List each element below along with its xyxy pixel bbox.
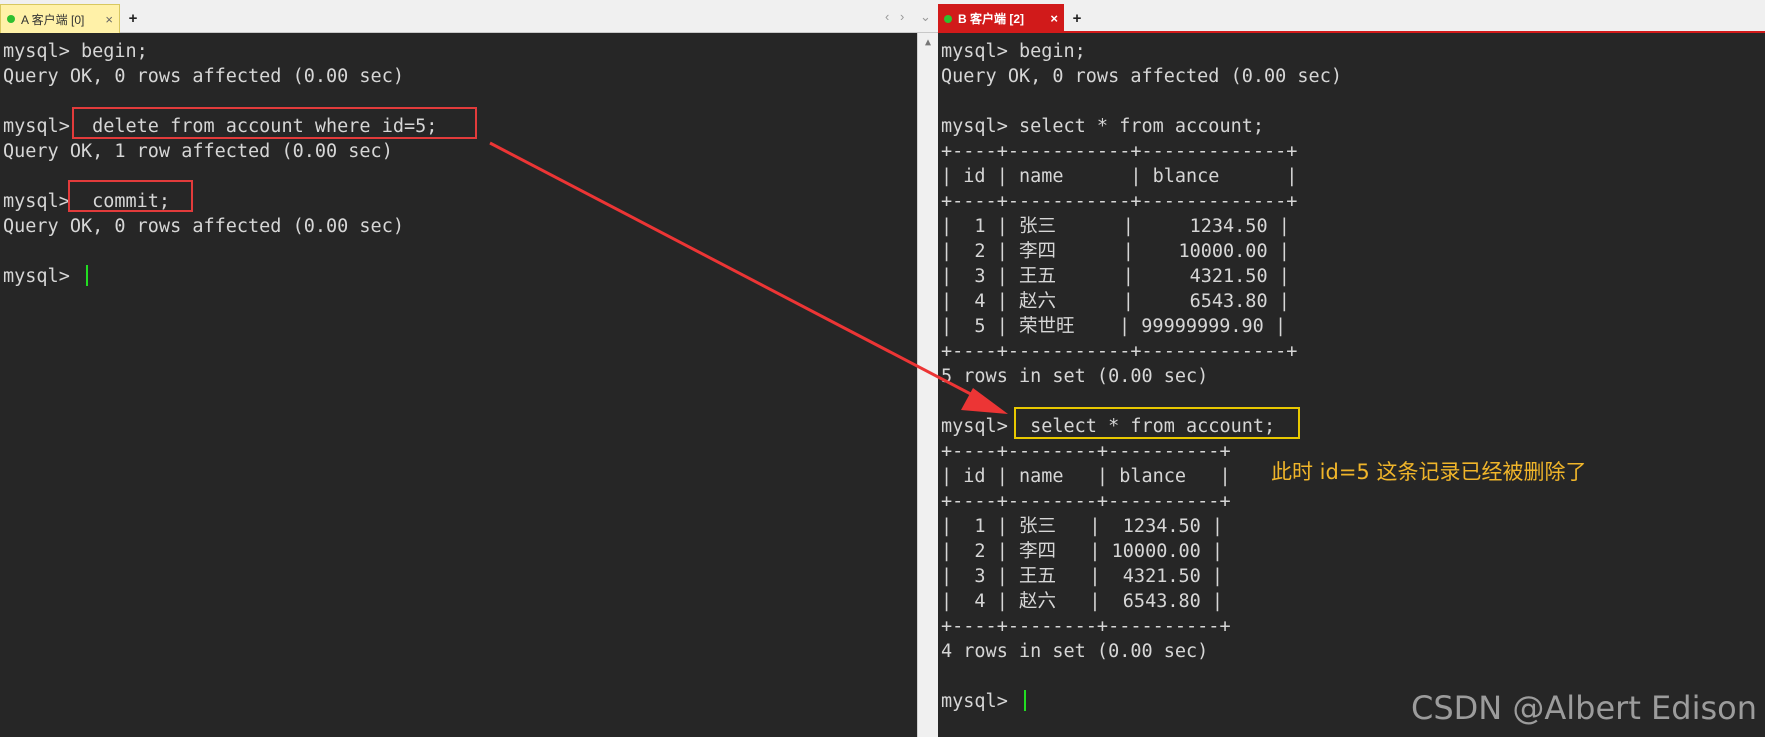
table-row: | 1 | 张三 | 1234.50 | — [941, 216, 1290, 237]
select-command-highlight — [1014, 407, 1300, 439]
tab-client-b[interactable]: B 客户端 [2] × — [938, 4, 1064, 33]
table-row: | 1 | 张三 | 1234.50 | — [941, 516, 1224, 537]
terminal-line: Query OK, 1 row affected (0.00 sec) — [3, 141, 393, 162]
connected-status-icon — [7, 15, 15, 23]
terminal-pane-left[interactable]: mysql> begin; Query OK, 0 rows affected (… — [0, 33, 917, 737]
scroll-up-arrow-icon[interactable]: ▲ — [918, 37, 938, 48]
terminal-pane-right[interactable]: mysql> begin; Query OK, 0 rows affected (… — [938, 33, 1765, 737]
table-row: | 5 | 荣世旺 | 99999999.90 | — [941, 316, 1287, 337]
tab-label: B 客户端 [2] — [958, 12, 1025, 26]
table-border: +----+--------+----------+ — [941, 616, 1231, 637]
terminal-prompt-line: mysql> — [3, 264, 437, 289]
terminal-output: mysql> begin; Query OK, 0 rows affected (… — [3, 39, 437, 289]
table-border: +----+-----------+-------------+ — [941, 341, 1298, 362]
tab-label: A 客户端 [0] — [21, 12, 85, 27]
left-tab-bar: A 客户端 [0] × + ‹ › ⌄ — [0, 0, 938, 33]
new-tab-button[interactable]: + — [1066, 4, 1088, 33]
terminal-line: Query OK, 0 rows affected (0.00 sec) — [941, 66, 1342, 87]
terminal-line: 5 rows in set (0.00 sec) — [941, 366, 1209, 387]
watermark: CSDN @Albert Edison — [1410, 689, 1757, 727]
connected-status-icon — [944, 14, 952, 23]
table-header: | id | name | blance | — [941, 166, 1298, 187]
annotation-note: 此时 id=5 这条记录已经被删除了 — [1271, 460, 1587, 484]
terminal-line: Query OK, 0 rows affected (0.00 sec) — [3, 66, 404, 87]
table-border: +----+--------+----------+ — [941, 491, 1231, 512]
chevron-down-icon[interactable]: ⌄ — [920, 9, 931, 25]
table-border: +----+-----------+-------------+ — [941, 191, 1298, 212]
terminal-prompt: mysql> — [941, 691, 1019, 712]
right-tab-bar: B 客户端 [2] × + — [938, 0, 1765, 33]
terminal-line: mysql> begin; — [3, 41, 148, 62]
terminal-prompt: mysql> — [3, 266, 81, 287]
table-row: | 3 | 王五 | 4321.50 | — [941, 566, 1224, 587]
terminal-output: mysql> begin; Query OK, 0 rows affected (… — [941, 39, 1342, 714]
terminal-line: Query OK, 0 rows affected (0.00 sec) — [3, 216, 404, 237]
text-cursor — [85, 265, 88, 286]
terminal-line: mysql> begin; — [941, 41, 1086, 62]
text-cursor — [1023, 690, 1026, 711]
chevron-right-icon[interactable]: › — [900, 9, 904, 24]
terminal-line: mysql> select * from account; — [941, 116, 1265, 137]
table-row: | 2 | 李四 | 10000.00 | — [941, 541, 1224, 562]
delete-command-highlight — [72, 107, 477, 139]
new-tab-button[interactable]: + — [122, 4, 144, 33]
table-border: +----+-----------+-------------+ — [941, 141, 1298, 162]
table-row: | 4 | 赵六 | 6543.80 | — [941, 291, 1290, 312]
close-icon[interactable]: × — [105, 12, 113, 27]
table-row: | 3 | 王五 | 4321.50 | — [941, 266, 1290, 287]
terminal-prompt-line: mysql> — [941, 689, 1342, 714]
tab-client-a[interactable]: A 客户端 [0] × — [0, 4, 120, 33]
table-row: | 4 | 赵六 | 6543.80 | — [941, 591, 1224, 612]
table-row: | 2 | 李四 | 10000.00 | — [941, 241, 1290, 262]
close-icon[interactable]: × — [1050, 11, 1058, 26]
commit-command-highlight — [68, 180, 193, 212]
vertical-scrollbar[interactable]: ▲ — [917, 33, 938, 737]
terminal-line: 4 rows in set (0.00 sec) — [941, 641, 1209, 662]
chevron-left-icon[interactable]: ‹ — [885, 9, 889, 24]
